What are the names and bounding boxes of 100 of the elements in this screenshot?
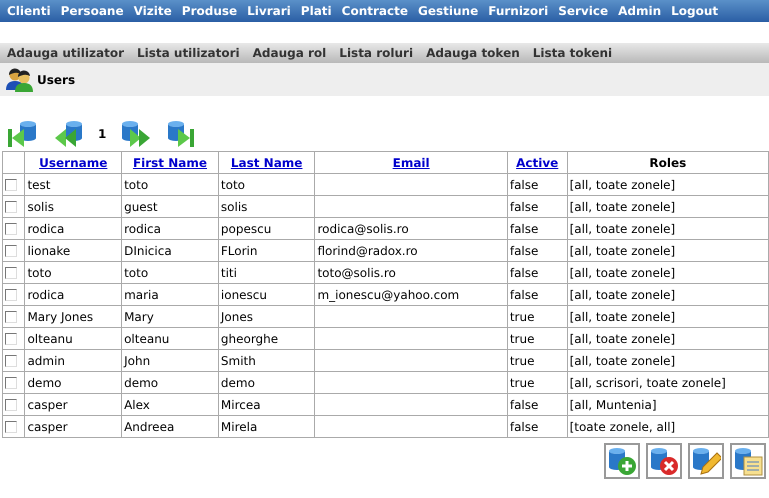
table-cell: John (124, 354, 150, 368)
table-cell: false (510, 420, 538, 434)
menu-link[interactable]: Produse (182, 4, 238, 18)
table-cell: Mirela (220, 420, 258, 434)
row-checkbox[interactable] (5, 245, 17, 258)
table-cell: [toate zonele, all] (570, 420, 676, 434)
table-cell: rodica (124, 222, 161, 236)
column-header: Roles (649, 156, 686, 170)
menu-link[interactable]: Service (558, 4, 608, 18)
menu-link[interactable]: Clienti (7, 4, 51, 18)
table-cell: guest (124, 200, 158, 214)
row-checkbox[interactable] (5, 289, 17, 302)
table-cell: solis (27, 200, 54, 214)
table-cell: Mircea (220, 398, 261, 412)
menu-link[interactable]: Contracte (342, 4, 408, 18)
row-checkbox[interactable] (5, 311, 17, 324)
table-cell: toto (27, 266, 52, 280)
table-cell: demo (220, 376, 255, 390)
table-cell: Andreea (124, 420, 174, 434)
table-cell: rodica (27, 288, 64, 302)
table-cell: false (510, 288, 538, 302)
row-checkbox[interactable] (5, 333, 17, 346)
table-cell: popescu (220, 222, 272, 236)
table-cell: [all, toate zonele] (570, 288, 676, 302)
table-cell: true (510, 332, 534, 346)
row-checkbox[interactable] (5, 223, 17, 236)
table-cell: toto@solis.ro (317, 266, 396, 280)
table-cell: toto (220, 178, 245, 192)
table-cell: test (27, 178, 50, 192)
table-cell: solis (220, 200, 248, 214)
menu-link[interactable]: Admin (618, 4, 662, 18)
table-cell: casper (27, 420, 68, 434)
table-cell: titi (220, 266, 237, 280)
table-cell: FLorin (220, 244, 258, 258)
menu-link[interactable]: Livrari (247, 4, 291, 18)
list-button[interactable] (730, 443, 766, 479)
table-cell: false (510, 200, 538, 214)
table-cell: lionake (27, 244, 70, 258)
table-cell: [all, Muntenia] (570, 398, 657, 412)
users-icon (6, 68, 34, 92)
edit-button[interactable] (688, 443, 724, 479)
table-cell: false (510, 398, 538, 412)
menu-link[interactable]: Gestiune (418, 4, 478, 18)
table-cell: [all, scrisori, toate zonele] (570, 376, 726, 390)
table-cell: [all, toate zonele] (570, 354, 676, 368)
delete-button[interactable] (646, 443, 682, 479)
page-title: Users (37, 72, 76, 86)
table-cell: DInicica (124, 244, 172, 258)
table-cell: [all, toate zonele] (570, 310, 676, 324)
row-checkbox[interactable] (5, 179, 17, 192)
table-cell: olteanu (124, 332, 170, 346)
menu-link[interactable]: Persoane (60, 4, 124, 18)
column-header-link[interactable]: Email (392, 156, 430, 170)
table-cell: maria (124, 288, 159, 302)
menu-link[interactable]: Vizite (134, 4, 172, 18)
row-checkbox[interactable] (5, 421, 17, 434)
table-cell: true (510, 354, 534, 368)
row-checkbox[interactable] (5, 377, 17, 390)
table-cell: demo (124, 376, 158, 390)
table-cell: rodica (27, 222, 64, 236)
table-cell: Smith (220, 354, 256, 368)
page-number: 1 (98, 127, 106, 141)
submenu-link[interactable]: Lista utilizatori (136, 46, 240, 60)
table-cell: rodica@solis.ro (317, 222, 409, 236)
submenu-link[interactable]: Lista roluri (339, 46, 414, 60)
table-cell: false (510, 222, 538, 236)
table-cell: false (510, 244, 538, 258)
table-cell: [all, toate zonele] (570, 222, 676, 236)
table-cell: olteanu (27, 332, 73, 346)
table-cell: admin (27, 354, 66, 368)
table-cell: Mary (124, 310, 154, 324)
row-checkbox[interactable] (5, 355, 17, 368)
table-cell: toto (124, 266, 148, 280)
table-cell: casper (27, 398, 68, 412)
table-cell: florind@radox.ro (317, 244, 418, 258)
table-cell: Alex (124, 398, 150, 412)
add-button[interactable] (604, 443, 640, 479)
table-cell: [all, toate zonele] (570, 244, 676, 258)
table-cell: [all, toate zonele] (570, 200, 676, 214)
table-cell: [all, toate zonele] (570, 178, 676, 192)
table-cell: ionescu (220, 288, 268, 302)
submenu-link[interactable]: Adauga utilizator (7, 46, 124, 60)
table-cell: m_ionescu@yahoo.com (317, 288, 460, 302)
table-cell: true (510, 310, 534, 324)
table-cell: Mary Jones (27, 310, 94, 324)
table-cell: false (510, 266, 538, 280)
submenu-link[interactable]: Adauga token (426, 46, 520, 60)
table-cell: false (510, 178, 538, 192)
submenu-link[interactable]: Lista tokeni (532, 46, 612, 60)
table-cell: gheorghe (220, 332, 278, 346)
row-checkbox[interactable] (5, 399, 17, 412)
row-checkbox[interactable] (5, 201, 17, 214)
menu-link[interactable]: Furnizori (488, 4, 548, 18)
table-cell: [all, toate zonele] (570, 266, 676, 280)
menu-link[interactable]: Logout (671, 4, 718, 18)
table-cell: Jones (220, 310, 254, 324)
table-cell: true (510, 376, 534, 390)
row-checkbox[interactable] (5, 267, 17, 280)
submenu-link[interactable]: Adauga rol (252, 46, 326, 60)
menu-link[interactable]: Plati (300, 4, 332, 18)
